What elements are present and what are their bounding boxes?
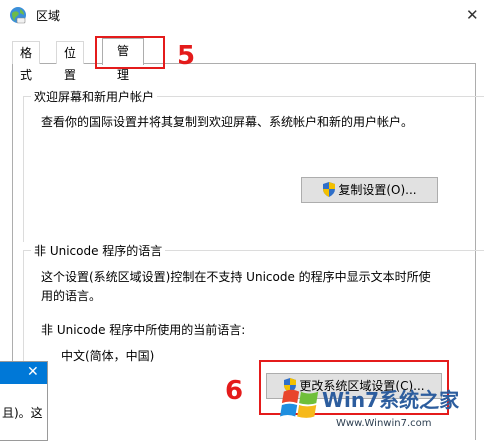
welcome-group: 欢迎屏幕和新用户帐户 查看你的国际设置并将其复制到欢迎屏幕、系统帐户和新的用户帐… bbox=[23, 88, 484, 242]
current-language-value: 中文(简体，中国) bbox=[61, 349, 155, 363]
current-language-label: 非 Unicode 程序中所使用的当前语言: bbox=[41, 323, 246, 337]
background-window-text: 且)。这 bbox=[2, 406, 43, 420]
title-bar: 区域 ✕ bbox=[0, 0, 485, 30]
annotation-step-5: 5 bbox=[177, 41, 196, 71]
globe-icon bbox=[10, 7, 26, 24]
watermark-brand: Win7系统之家 bbox=[322, 388, 460, 412]
nonunicode-description-2: 用的语言。 bbox=[41, 289, 102, 303]
watermark: Win7系统之家 Www.Winwin7.com bbox=[272, 378, 482, 438]
background-window-titlebar: ✕ bbox=[0, 362, 47, 384]
annotation-box-tab bbox=[95, 36, 165, 69]
welcome-group-title: 欢迎屏幕和新用户帐户 bbox=[31, 88, 158, 105]
windows-logo-icon bbox=[280, 389, 319, 418]
welcome-description: 查看你的国际设置并将其复制到欢迎屏幕、系统帐户和新的用户帐户。 bbox=[41, 115, 414, 129]
background-window: ✕ 且)。这 bbox=[0, 361, 48, 441]
window-title: 区域 bbox=[36, 9, 61, 23]
copy-settings-button[interactable]: 复制设置(O)... bbox=[301, 177, 438, 203]
tab-location[interactable]: 位置 bbox=[56, 41, 85, 82]
nonunicode-description-1: 这个设置(系统区域设置)控制在不支持 Unicode 的程序中显示文本时所使 bbox=[41, 270, 431, 284]
copy-settings-label: 复制设置(O)... bbox=[338, 183, 417, 197]
nonunicode-group-title: 非 Unicode 程序的语言 bbox=[31, 242, 166, 259]
watermark-url: Www.Winwin7.com bbox=[336, 418, 432, 429]
annotation-step-6: 6 bbox=[225, 376, 244, 406]
close-icon[interactable]: ✕ bbox=[466, 6, 479, 24]
uac-shield-icon bbox=[323, 182, 336, 197]
close-icon[interactable]: ✕ bbox=[27, 364, 39, 380]
tab-formats[interactable]: 格式 bbox=[12, 41, 41, 82]
